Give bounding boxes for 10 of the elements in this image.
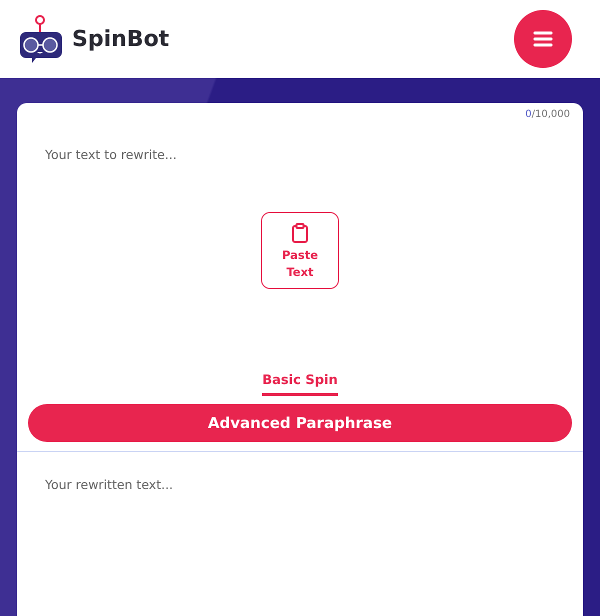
character-counter: 0/10,000 [525, 109, 570, 120]
advanced-paraphrase-button[interactable]: Advanced Paraphrase [28, 404, 572, 442]
brand-name: SpinBot [72, 26, 170, 54]
output-field[interactable]: Your rewritten text... [17, 476, 583, 532]
paste-text-button[interactable]: Paste Text [261, 212, 339, 288]
mode-tab[interactable]: Basic Spin [262, 370, 338, 396]
clipboard-icon [292, 223, 308, 243]
robot-logo-icon [18, 14, 64, 64]
input-field[interactable]: Your text to rewrite... [17, 146, 583, 196]
menu-icon [533, 31, 553, 47]
